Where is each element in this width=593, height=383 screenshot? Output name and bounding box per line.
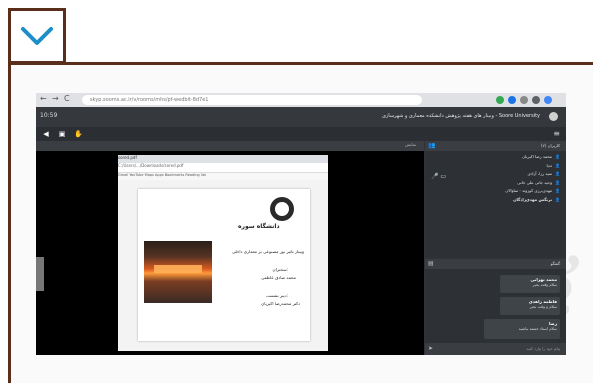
slide-title: وبینار تاثیر نور مصنوعی بر معماری داخلی xyxy=(231,249,304,254)
bookmarks-bar: Gmail YouTube Maps Apps Bookmarks Readin… xyxy=(118,173,328,180)
chat-placeholder: پیام خود را وارد کنید xyxy=(526,346,560,351)
user-icon: 👤 xyxy=(555,179,560,185)
forward-icon[interactable]: → xyxy=(52,94,59,103)
user-icon: 👤 xyxy=(555,171,560,177)
pdf-tab: sored.pdf xyxy=(118,155,328,163)
chat-text: سلام وقت بخیر xyxy=(532,282,557,287)
user-icon: 👤 xyxy=(555,162,560,168)
chat-message: محمد تهرانی سلام وقت بخیر xyxy=(500,275,560,293)
user-item[interactable]: تدیا 👤 xyxy=(450,162,560,171)
reload-icon[interactable]: C xyxy=(64,94,70,103)
shared-screen: sored.pdf C:/Users/.../Downloads/sored.p… xyxy=(36,151,424,355)
browser-toolbar: ← → C skyp.sooms.ac.ir/v/rooms/mhs/pf-we… xyxy=(36,93,566,107)
hand-raise-icon[interactable]: ✋ xyxy=(74,130,83,138)
speaker-icon[interactable]: ◀ xyxy=(42,130,50,138)
slide-photo xyxy=(144,241,212,303)
user-icon: 👤 xyxy=(555,154,560,159)
user-name: تدیا xyxy=(546,162,553,168)
presenter-browser: sored.pdf C:/Users/.../Downloads/sored.p… xyxy=(118,155,328,351)
user-item[interactable]: مهدی‌برزی کوزوند - ساوالان 👤 xyxy=(450,187,560,196)
user-item[interactable]: وحید جانی علی خانی 👤 xyxy=(450,179,560,188)
user-name: محمد رضا اکبریان xyxy=(522,154,553,159)
extension-icon[interactable] xyxy=(532,96,540,104)
pdf-address: C:/Users/.../Downloads/sored.pdf xyxy=(118,163,328,173)
user-name: مهدی‌برزی کوزوند - ساوالان xyxy=(505,188,553,194)
mic-icon[interactable]: 🎤 ▭ xyxy=(431,173,446,180)
back-icon[interactable]: ← xyxy=(40,94,47,103)
users-header: 👥 کاربران (۷) xyxy=(425,141,566,151)
chevron-down-icon xyxy=(21,27,53,45)
menu-toggle-button[interactable] xyxy=(8,8,66,64)
user-item[interactable]: سید رزا، آزادی 👤 xyxy=(450,170,560,179)
send-icon[interactable]: ➤ xyxy=(428,345,433,352)
users-panel: 👥 کاربران (۷) 🎤 ▭ محمد رضا اکبریان 👤 تدیا… xyxy=(425,141,566,257)
extension-icon[interactable] xyxy=(496,96,504,104)
share-header: نمایش xyxy=(36,141,424,151)
user-avatar-icon[interactable] xyxy=(549,112,558,121)
user-name: ترنگس مهدی‌زادگان xyxy=(513,196,553,202)
chat-text: سلام استاد خسته نباشید xyxy=(518,326,557,331)
screen-share-icon[interactable]: ▣ xyxy=(58,130,66,138)
chat-icon: ▤ xyxy=(428,260,434,267)
address-bar[interactable]: skyp.sooms.ac.ir/v/rooms/mhs/pf-wedbit-8… xyxy=(82,95,422,105)
share-label: نمایش xyxy=(405,142,416,147)
profile-icon[interactable] xyxy=(544,96,552,104)
university-logo xyxy=(270,197,294,221)
meeting-header: 10:59 وبینار های هفته پژوهش دانشکده معما… xyxy=(36,107,566,127)
user-item[interactable]: ترنگس مهدی‌زادگان 👤 xyxy=(450,196,560,205)
university-name: دانشگاه سوره xyxy=(238,223,280,230)
chat-input[interactable]: ➤ پیام خود را وارد کنید xyxy=(425,343,566,355)
presentation-slide: دانشگاه سوره وبینار تاثیر نور مصنوعی بر … xyxy=(138,189,310,341)
user-item[interactable]: محمد رضا اکبریان 👤 xyxy=(450,153,560,162)
user-name: سید رزا، آزادی xyxy=(527,171,553,177)
chat-text: سلام و وقت بخیر xyxy=(529,304,557,309)
host-name: دکتر محمدرضا اکبریان xyxy=(261,301,300,306)
chat-message: رضا سلام استاد خسته نباشید xyxy=(484,319,560,339)
chat-panel: ▤ گفتگو محمد تهرانی سلام وقت بخیر فاطمه … xyxy=(425,259,566,355)
meeting-toolbar: ◀ ▣ ✋ ≡ xyxy=(36,127,566,141)
menu-icon[interactable]: ≡ xyxy=(553,129,560,138)
clock-label: 10:59 xyxy=(40,112,58,119)
host-label: دبیر نشست: xyxy=(265,293,288,298)
side-handle[interactable] xyxy=(36,257,44,291)
chat-message: فاطمه زاهدی سلام و وقت بخیر xyxy=(500,297,560,315)
user-icon: 👤 xyxy=(555,196,560,202)
chat-title: گفتگو xyxy=(550,261,560,266)
users-title: کاربران (۷) xyxy=(541,143,560,148)
extension-icon[interactable] xyxy=(508,96,516,104)
user-list: محمد رضا اکبریان 👤 تدیا 👤 سید رزا، آزادی 👤 … xyxy=(450,153,560,205)
speaker-label: سخنران: xyxy=(272,267,288,272)
content-panel: ❦ ← → C skyp.sooms.ac.ir/v/rooms/mhs/pf-… xyxy=(8,62,593,383)
meeting-title: وبینار های هفته پژوهش دانشکده معماری و ش… xyxy=(381,113,540,119)
speaker-name: محمد صادق عاطفی xyxy=(261,275,296,280)
screenshot-frame: ← → C skyp.sooms.ac.ir/v/rooms/mhs/pf-we… xyxy=(36,93,566,355)
user-icon: 👤 xyxy=(555,188,560,194)
extension-icon[interactable] xyxy=(520,96,528,104)
user-name: وحید جانی علی خانی xyxy=(517,179,553,185)
chat-header: ▤ گفتگو xyxy=(425,259,566,269)
users-icon: 👥 xyxy=(428,142,436,149)
